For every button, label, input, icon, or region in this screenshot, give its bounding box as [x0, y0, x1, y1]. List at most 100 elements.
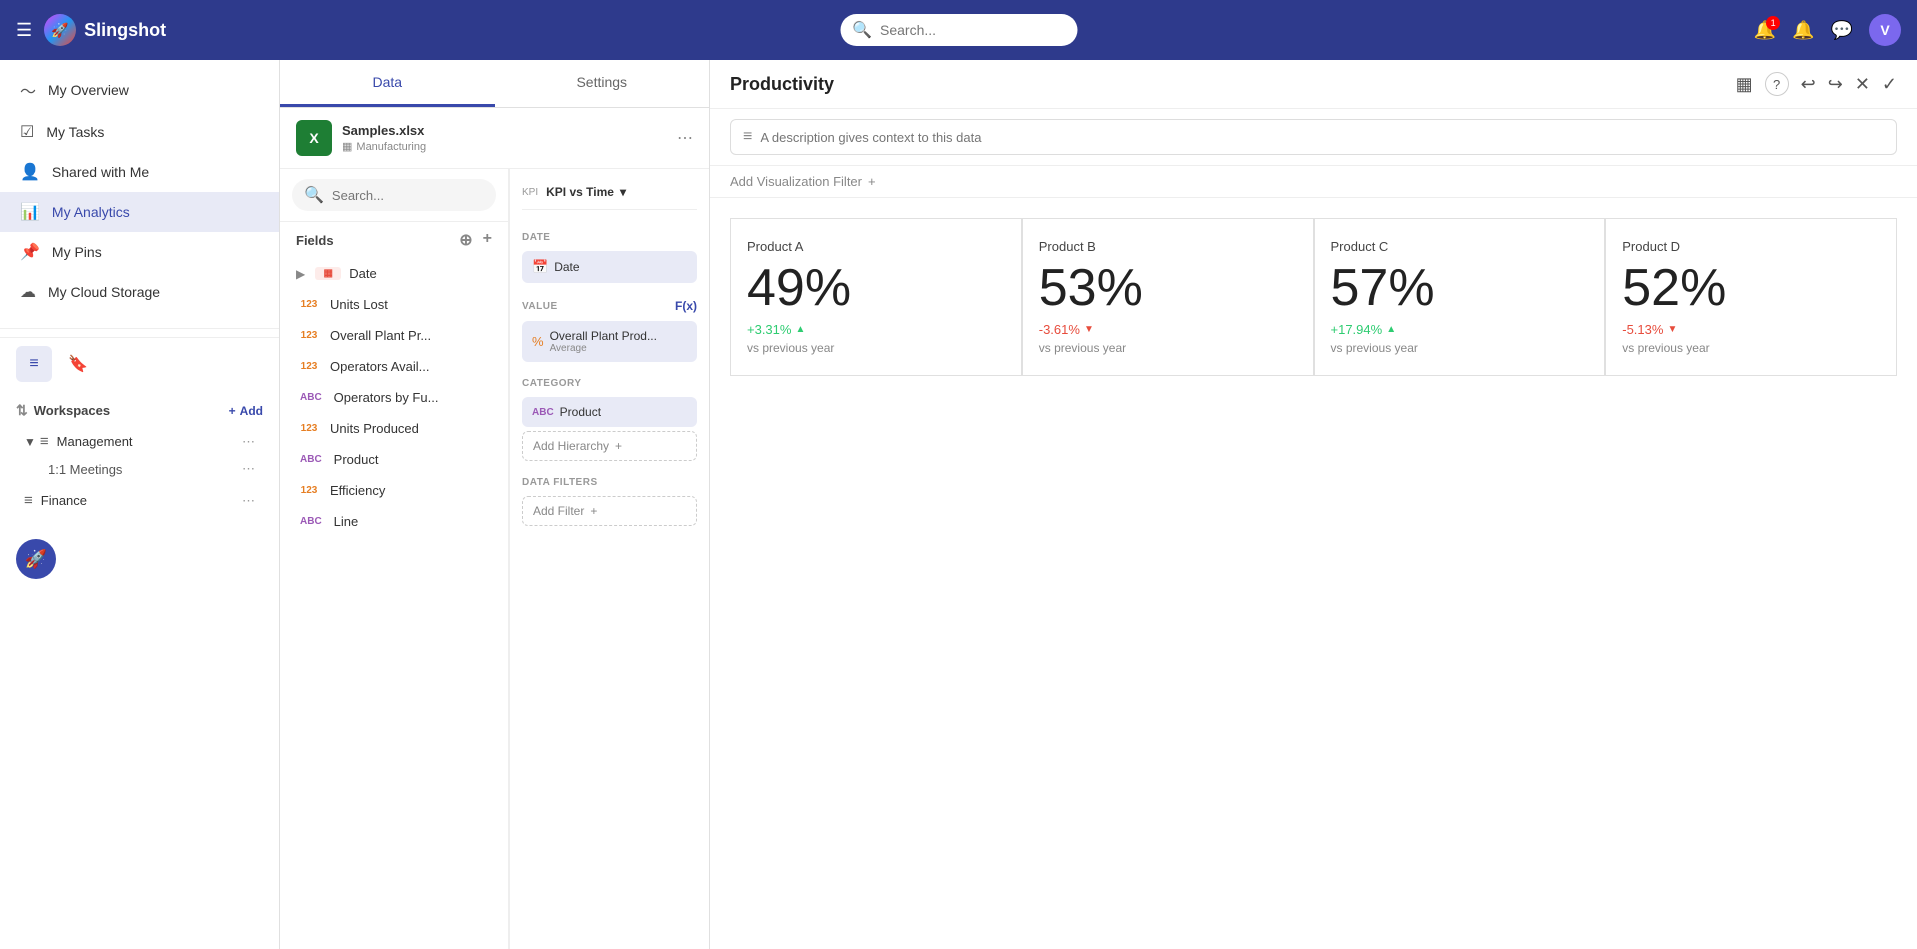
workspace-finance-more-icon[interactable]: ⋯ — [242, 493, 255, 509]
grid-view-icon[interactable]: ▦ — [1736, 74, 1753, 95]
user-avatar-sidebar[interactable]: 🚀 — [16, 539, 56, 579]
field-item-date[interactable]: ▶ ▦ Date — [280, 258, 508, 289]
field-actions: ⊕ + — [459, 230, 492, 250]
tab-data[interactable]: Data — [280, 60, 495, 107]
help-icon[interactable]: ? — [1765, 72, 1789, 96]
field-item-units-lost[interactable]: 123 Units Lost — [280, 289, 508, 320]
value-chip-sub: Average — [550, 343, 657, 354]
workspace-child-1-1-meetings[interactable]: 1:1 Meetings ⋯ — [16, 456, 263, 482]
fx-button[interactable]: F(x) — [675, 299, 697, 313]
kpi-selector[interactable]: KPI KPI vs Time ▾ — [522, 181, 697, 210]
data-panel: Data Settings X Samples.xlsx ▦ Manufactu… — [280, 60, 710, 949]
menu-icon[interactable]: ☰ — [16, 20, 32, 41]
tab-settings[interactable]: Settings — [495, 60, 710, 107]
expand-icon: ▼ — [24, 435, 36, 449]
workspace-management-label: Management — [57, 434, 133, 449]
calendar-icon: 📅 — [532, 259, 548, 275]
overview-icon: 〜 — [20, 78, 36, 102]
kpi-selector-label: KPI vs Time — [546, 185, 614, 199]
kpi-change-value-a: +3.31% — [747, 322, 791, 337]
redo-icon[interactable]: ↪ — [1828, 74, 1843, 95]
kpi-change-value-d: -5.13% — [1622, 322, 1663, 337]
category-chip[interactable]: ABC Product — [522, 397, 697, 427]
notifications-icon[interactable]: 🔔 1 — [1754, 20, 1776, 41]
sidebar-item-my-analytics[interactable]: 📊 My Analytics — [0, 192, 279, 232]
bell-icon[interactable]: 🔔 — [1792, 20, 1814, 41]
workspaces-header: ⇅ Workspaces + Add — [16, 402, 263, 419]
user-avatar[interactable]: V — [1869, 14, 1901, 46]
field-item-line[interactable]: ABC Line — [280, 506, 508, 537]
field-add-icon[interactable]: + — [483, 230, 492, 250]
workspace-finance-label: Finance — [41, 493, 87, 508]
kpi-card-change-c: +17.94% ▲ — [1331, 322, 1397, 337]
sidebar-item-my-pins[interactable]: 📌 My Pins — [0, 232, 279, 272]
field-item-overall-plant[interactable]: 123 Overall Plant Pr... — [280, 320, 508, 351]
config-data-filters-section: DATA FILTERS Add Filter + — [522, 477, 697, 526]
main-content: Data Settings X Samples.xlsx ▦ Manufactu… — [280, 60, 1917, 949]
check-icon[interactable]: ✓ — [1882, 74, 1897, 95]
fields-search-input[interactable] — [332, 188, 508, 203]
field-item-product[interactable]: ABC Product — [280, 444, 508, 475]
kpi-card-change-a: +3.31% ▲ — [747, 322, 805, 337]
add-filter-button[interactable]: Add Filter + — [522, 496, 697, 526]
field-item-operators-by-fu[interactable]: ABC Operators by Fu... — [280, 382, 508, 413]
field-type-operators-by-fu: ABC — [296, 391, 326, 404]
field-item-efficiency[interactable]: 123 Efficiency — [280, 475, 508, 506]
add-hierarchy-button[interactable]: Add Hierarchy + — [522, 431, 697, 461]
chat-icon[interactable]: 💬 — [1831, 20, 1853, 41]
kpi-card-label-d: Product D — [1622, 239, 1680, 254]
field-item-units-produced[interactable]: 123 Units Produced — [280, 413, 508, 444]
sort-icon[interactable]: ⇅ — [16, 402, 28, 419]
viz-description-input[interactable] — [760, 130, 1884, 145]
add-hierarchy-label: Add Hierarchy — [533, 439, 609, 453]
workspace-child-more-icon[interactable]: ⋯ — [242, 461, 255, 477]
field-type-units-lost: 123 — [296, 298, 322, 311]
sidebar-item-shared-with-me[interactable]: 👤 Shared with Me — [0, 152, 279, 192]
panel-tabs: Data Settings — [280, 60, 709, 108]
field-name-operators-avail: Operators Avail... — [330, 359, 429, 374]
fields-side: 🔍 Fields ⊕ + — [280, 169, 509, 949]
fields-label: Fields — [296, 233, 334, 248]
kpi-card-vs-b: vs previous year — [1039, 341, 1126, 355]
kpi-card-value-d: 52% — [1622, 262, 1726, 314]
file-header: X Samples.xlsx ▦ Manufacturing ⋯ — [280, 108, 709, 169]
add-visualization-filter-button[interactable]: Add Visualization Filter + — [730, 174, 876, 189]
sidebar-item-my-cloud-storage[interactable]: ☁ My Cloud Storage — [0, 272, 279, 312]
view-tabs: ≡ 🔖 — [0, 337, 279, 390]
add-workspace-button[interactable]: + Add — [229, 404, 263, 418]
field-merge-icon[interactable]: ⊕ — [459, 230, 472, 250]
workspace-item-finance[interactable]: ≡ Finance ⋯ — [16, 486, 263, 515]
triangle-down-b: ▼ — [1084, 324, 1094, 335]
add-filter-label: Add Filter — [533, 504, 584, 518]
sidebar-nav: 〜 My Overview ☑ My Tasks 👤 Shared with M… — [0, 60, 279, 320]
workspaces-label: Workspaces — [34, 403, 110, 418]
kpi-card-vs-a: vs previous year — [747, 341, 834, 355]
field-expand-icon: ▶ — [296, 267, 305, 281]
app-logo[interactable]: 🚀 Slingshot — [44, 14, 166, 46]
undo-icon[interactable]: ↩ — [1801, 74, 1816, 95]
sidebar-item-my-overview[interactable]: 〜 My Overview — [0, 68, 279, 112]
pins-icon: 📌 — [20, 242, 40, 262]
field-type-units-produced: 123 — [296, 422, 322, 435]
config-category-section: CATEGORY ABC Product Add Hierarchy + — [522, 378, 697, 461]
sidebar-item-my-tasks[interactable]: ☑ My Tasks — [0, 112, 279, 152]
logo-icon: 🚀 — [44, 14, 76, 46]
search-input[interactable] — [840, 14, 1077, 46]
bookmark-view-tab[interactable]: 🔖 — [60, 346, 96, 382]
workspace-more-icon[interactable]: ⋯ — [242, 434, 255, 450]
close-icon[interactable]: ✕ — [1855, 74, 1870, 95]
value-chip[interactable]: % Overall Plant Prod... Average — [522, 321, 697, 362]
viz-title-input[interactable] — [730, 74, 1724, 95]
file-more-icon[interactable]: ⋯ — [677, 128, 693, 148]
triangle-down-d: ▼ — [1667, 324, 1677, 335]
value-chip-label: Overall Plant Prod... — [550, 329, 657, 343]
field-name-overall-plant: Overall Plant Pr... — [330, 328, 431, 343]
date-chip[interactable]: 📅 Date — [522, 251, 697, 283]
field-item-operators-avail[interactable]: 123 Operators Avail... — [280, 351, 508, 382]
workspace-item-management[interactable]: ▼ ≡ Management ⋯ — [16, 427, 263, 456]
config-value-section: VALUE F(x) % Overall Plant Prod... Avera… — [522, 299, 697, 362]
workspace-finance: ≡ Finance ⋯ — [16, 486, 263, 515]
field-type-operators-avail: 123 — [296, 360, 322, 373]
search-bar-container: 🔍 — [840, 14, 1077, 46]
layers-view-tab[interactable]: ≡ — [16, 346, 52, 382]
